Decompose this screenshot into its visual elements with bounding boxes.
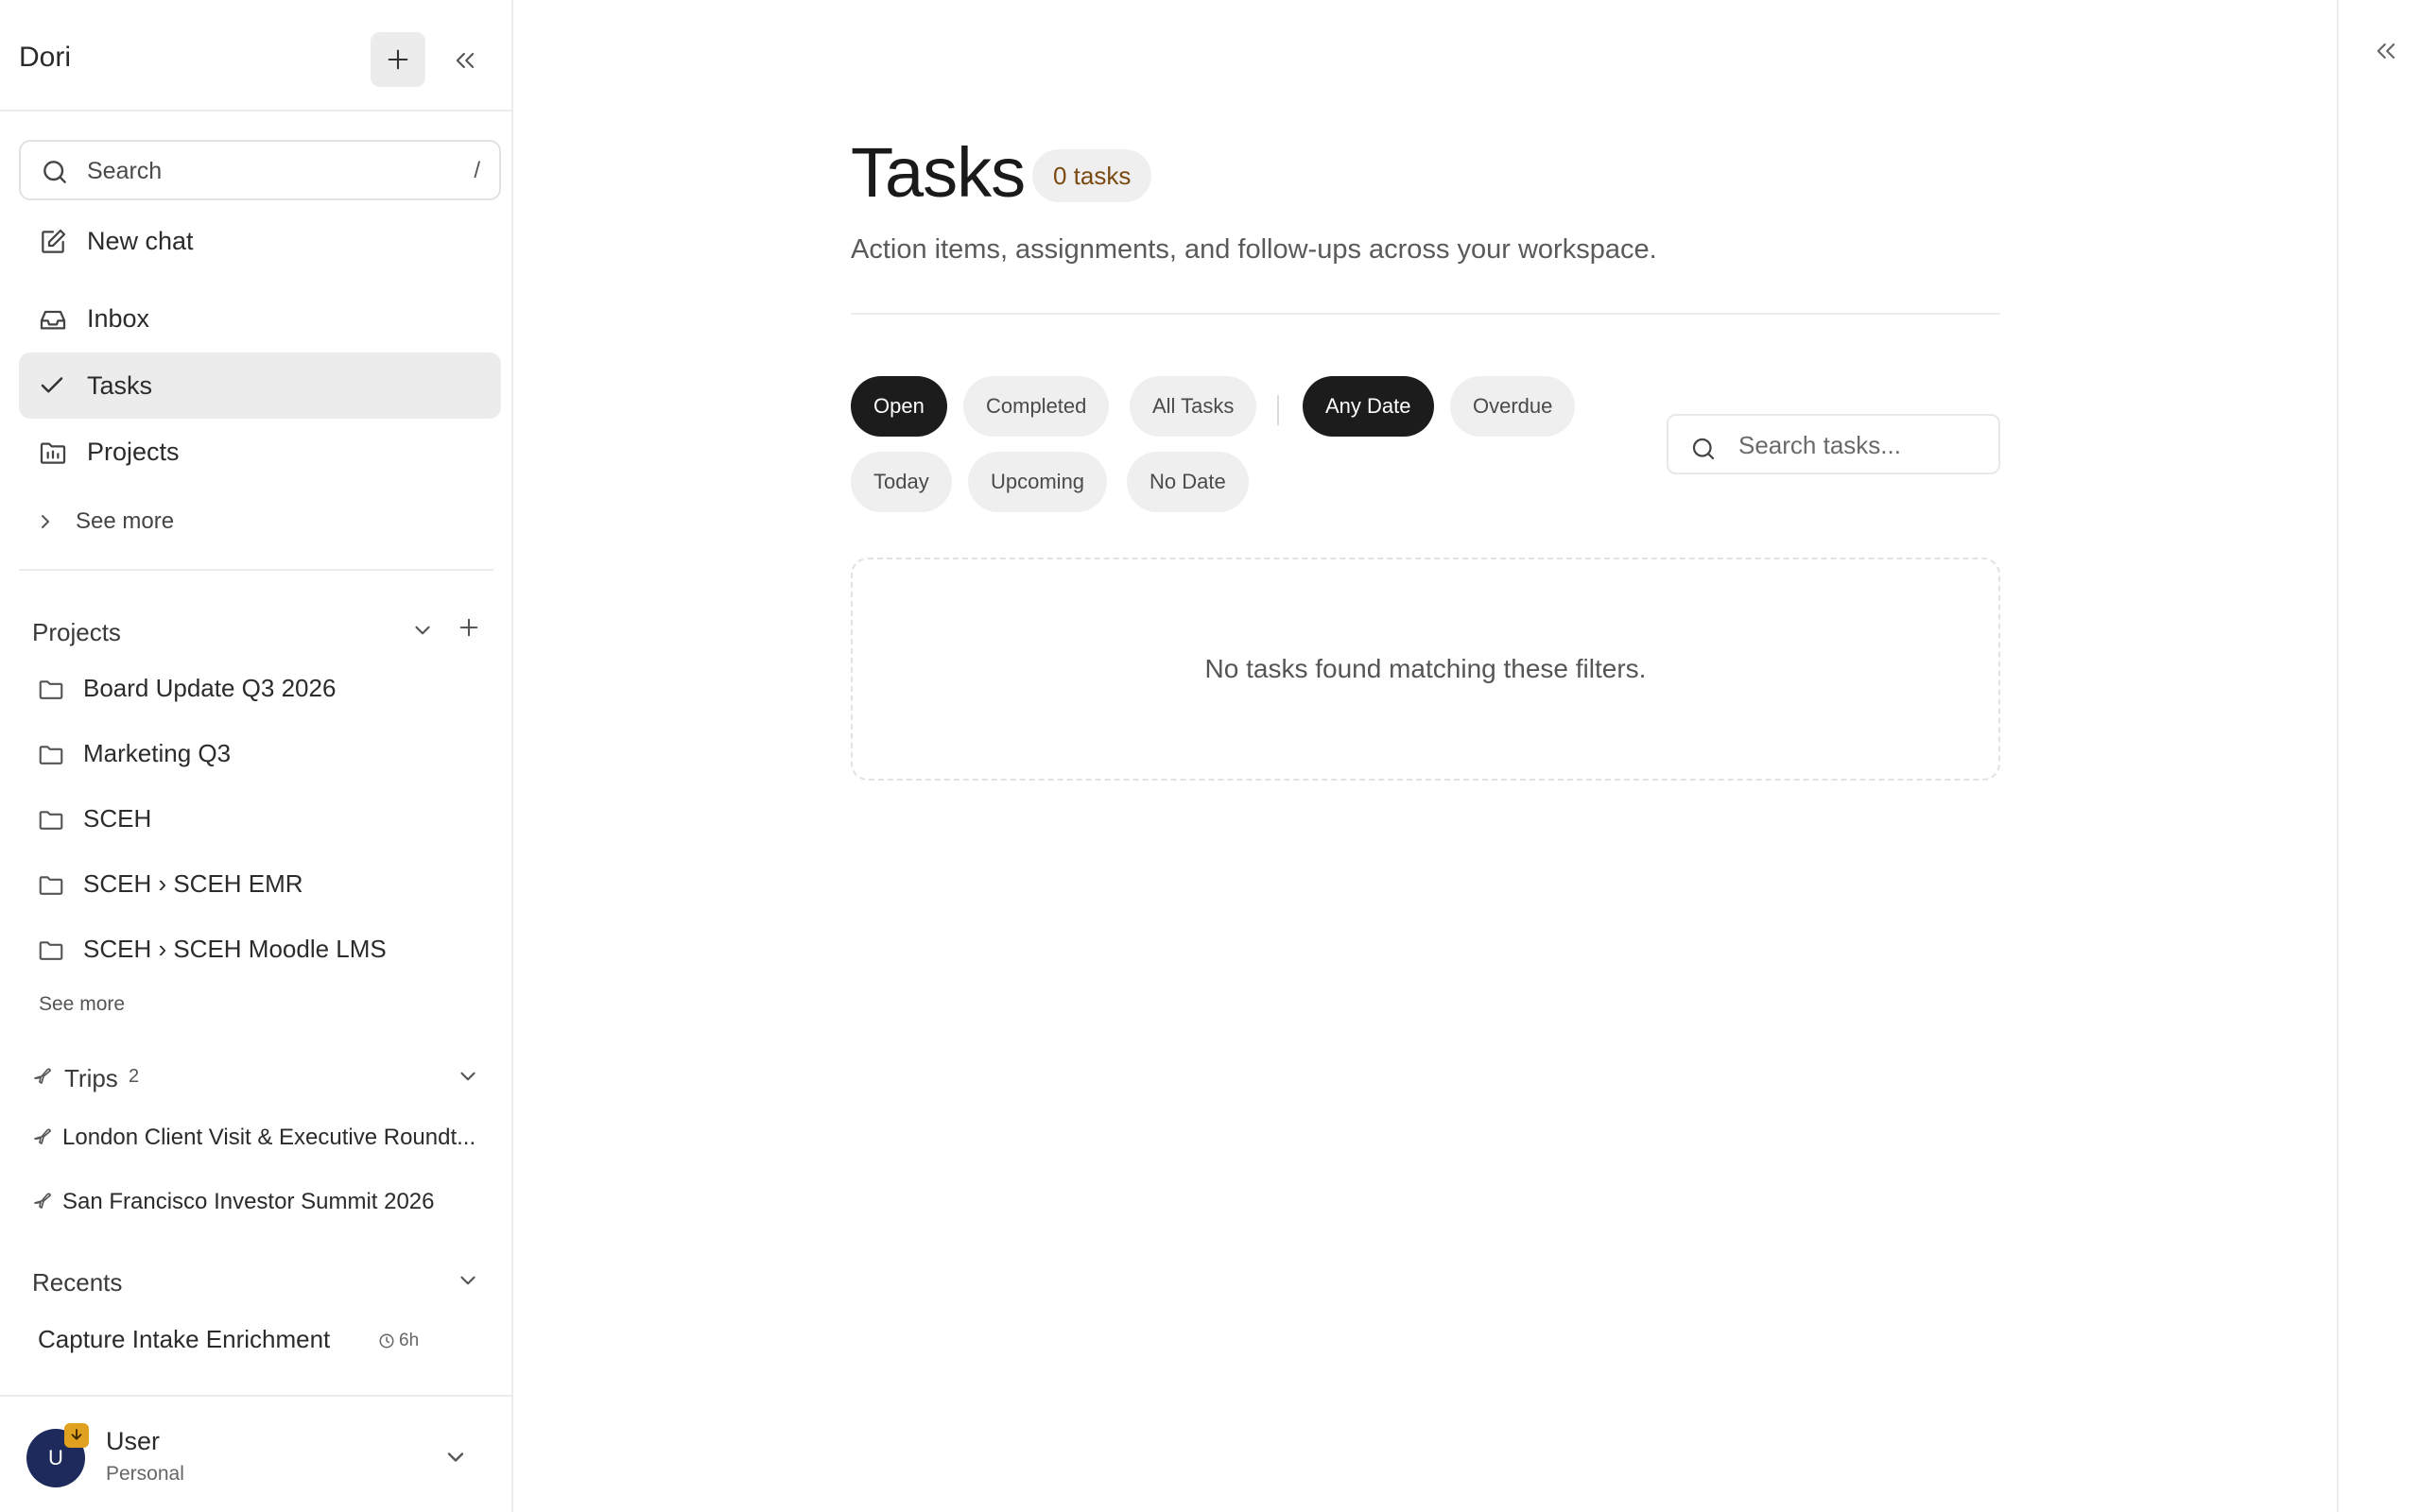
sidebar-divider [19,569,493,571]
plane-icon [34,1068,51,1084]
plane-icon [34,1193,51,1209]
trip-label: London Client Visit & Executive Roundt..… [62,1125,476,1150]
empty-state: No tasks found matching these filters. [851,558,2000,781]
recent-age: 6h [378,1331,419,1351]
trip-label: San Francisco Investor Summit 2026 [62,1189,435,1214]
check-icon [41,377,63,393]
trip-item[interactable]: San Francisco Investor Summit 2026 [32,1181,486,1223]
nav-label: Tasks [87,371,153,400]
header-divider [851,313,2000,315]
recents-collapse-toggle[interactable] [456,1268,484,1297]
user-name: User [106,1427,161,1455]
search-icon [43,161,66,183]
project-item[interactable]: SCEH [34,797,497,844]
brand-name: Dori [19,42,72,73]
project-label: SCEH › SCEH EMR [83,869,303,898]
search-icon [1692,438,1715,460]
recent-label: Capture Intake Enrichment [38,1325,331,1353]
project-label: Board Update Q3 2026 [83,674,337,702]
chevron-down-icon [460,1276,475,1285]
filter-today[interactable]: Today [851,452,952,512]
project-item[interactable]: Board Update Q3 2026 [34,666,497,713]
page-subtitle: Action items, assignments, and follow-up… [851,234,1657,265]
project-item[interactable]: Marketing Q3 [34,731,497,779]
filter-separator [1277,395,1279,425]
recents-section-title: Recents [32,1268,123,1297]
project-item[interactable]: SCEH › SCEH Moodle LMS [34,927,497,974]
trips-section-title: Trips [64,1064,118,1092]
chevrons-left-icon [456,52,475,69]
edit-icon [42,229,66,253]
folder-icon [39,811,63,830]
user-plan: Personal [106,1463,184,1485]
inbox-icon [40,310,66,330]
task-search-placeholder: Search tasks... [1738,431,1901,459]
filter-open[interactable]: Open [851,376,947,437]
new-item-button[interactable] [371,32,425,87]
plane-icon [34,1128,51,1144]
recent-age-text: 6h [399,1331,420,1350]
projects-see-more[interactable]: See more [39,993,125,1016]
plus-icon [459,618,478,637]
nav-tasks[interactable]: Tasks [19,352,501,419]
nav-see-more-label: See more [76,508,175,534]
project-label: Marketing Q3 [83,739,232,767]
filter-no-date[interactable]: No Date [1127,452,1249,512]
folder-icon [39,876,63,895]
download-badge-icon [64,1423,89,1448]
nav-label: Projects [87,438,180,466]
project-label: SCEH [83,804,152,833]
filter-upcoming[interactable]: Upcoming [968,452,1108,512]
filter-all-tasks[interactable]: All Tasks [1130,376,1257,437]
sidebar: Dori Search / New chat Inbox Tasks Proje… [0,0,513,1512]
projects-section-title: Projects [32,618,121,646]
chevron-down-icon [415,626,430,635]
sidebar-header: Dori [0,0,511,112]
empty-state-message: No tasks found matching these filters. [1204,654,1647,683]
project-item[interactable]: SCEH › SCEH EMR [34,862,497,909]
folder-icon [39,941,63,960]
user-menu[interactable]: U User Personal [0,1395,511,1512]
nav-projects[interactable]: Projects [19,419,501,485]
nav-label: New chat [87,227,194,255]
trips-collapse-toggle[interactable] [456,1064,484,1092]
search-placeholder: Search [87,158,163,184]
collapse-sidebar-button[interactable] [444,40,486,81]
recent-item[interactable]: Capture Intake Enrichment 6h [36,1321,461,1359]
filter-completed[interactable]: Completed [963,376,1110,437]
sidebar-search[interactable]: Search / [19,140,501,200]
nav-inbox[interactable]: Inbox [19,285,501,352]
project-label: SCEH › SCEH Moodle LMS [83,935,387,963]
folder-icon [39,746,63,765]
task-count-badge: 0 tasks [1032,149,1152,202]
projects-icon [40,442,66,464]
chevrons-left-icon [2377,43,2395,60]
folder-icon [39,680,63,699]
nav-new-chat[interactable]: New chat [19,208,501,274]
chevron-down-icon [447,1452,464,1462]
chevron-down-icon [460,1072,475,1081]
right-panel-rail [2337,0,2420,1512]
filter-overdue[interactable]: Overdue [1450,376,1576,437]
trip-item[interactable]: London Client Visit & Executive Roundt..… [32,1117,486,1159]
chevron-right-icon [42,515,49,528]
filter-any-date[interactable]: Any Date [1303,376,1434,437]
page-title: Tasks [851,133,1026,212]
trips-count: 2 [129,1066,140,1087]
task-search-input[interactable]: Search tasks... [1667,414,2000,474]
search-shortcut: / [474,158,480,183]
expand-right-panel-button[interactable] [2369,34,2403,68]
clock-icon [379,1333,394,1349]
nav-label: Inbox [87,304,150,333]
app-window: Dori Search / New chat Inbox Tasks Proje… [0,0,2420,1512]
projects-collapse-toggle[interactable] [410,618,439,646]
main-content: Tasks 0 tasks Action items, assignments,… [513,0,2337,1512]
plus-icon [388,49,408,70]
add-project-button[interactable] [456,614,484,643]
